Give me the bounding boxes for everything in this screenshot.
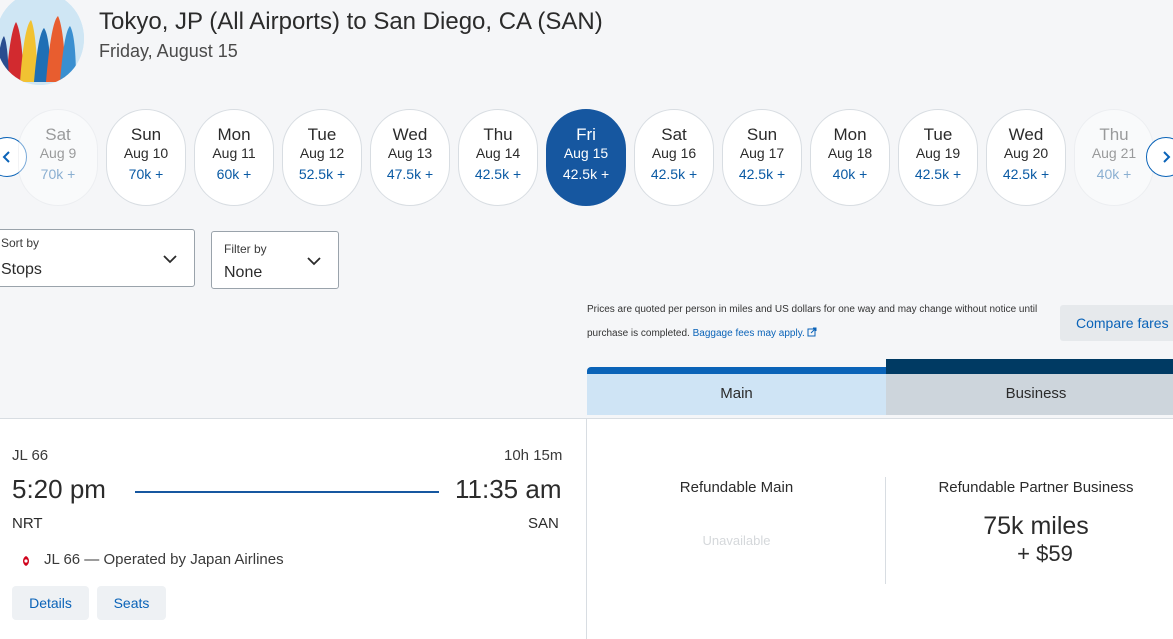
destination-image [0,0,84,85]
date-option[interactable]: Tue Aug 19 42.5k + [898,109,978,206]
date-dom: Aug 13 [387,145,433,161]
fare-business-fee[interactable]: + $59 [886,541,1173,567]
date-option[interactable]: Tue Aug 12 52.5k + [282,109,362,206]
fare-main-header: Refundable Main [679,479,794,496]
date-price: 70k + [40,166,76,182]
date-dom: Aug 15 [563,145,609,161]
filter-label: Filter by [224,242,267,256]
date-dow: Thu [483,125,513,144]
sort-value: Stops [1,261,42,278]
date-dom: Aug 18 [827,145,873,161]
sort-dropdown[interactable]: Sort by Stops [0,229,195,287]
date-dow: Sat [661,125,687,144]
date-dom: Aug 17 [739,145,785,161]
card-divider [586,419,587,639]
operated-by: JL 66 — Operated by Japan Airlines [44,551,284,568]
date-price: 42.5k + [914,166,962,182]
date-price: 42.5k + [1002,166,1050,182]
fare-business-miles[interactable]: 75k miles [886,512,1173,541]
route-line [135,491,439,493]
date-option[interactable]: Sat Aug 9 70k + [18,109,98,206]
departure-airport: NRT [12,515,43,532]
fare-main-unavailable: Unavailable [702,533,771,548]
sort-label: Sort by [1,236,40,250]
chevron-down-icon [307,257,321,266]
date-dow: Thu [1099,125,1129,144]
date-dom: Aug 21 [1091,145,1137,161]
chevron-down-icon [163,255,177,264]
baggage-fees-link[interactable]: Baggage fees may apply. [692,327,817,339]
date-price: 42.5k + [474,166,522,182]
date-dow: Mon [833,125,867,144]
details-button[interactable]: Details [12,586,89,620]
date-dom: Aug 10 [123,145,169,161]
date-option[interactable]: Sat Aug 16 42.5k + [634,109,714,206]
date-price: 47.5k + [386,166,434,182]
compare-fares-button[interactable]: Compare fares [1060,305,1173,341]
date-option[interactable]: Sun Aug 17 42.5k + [722,109,802,206]
fare-business-header: Refundable Partner Business [938,479,1134,496]
date-option[interactable]: Sun Aug 10 70k + [106,109,186,206]
page-subtitle: Friday, August 15 [99,41,238,61]
date-price: 60k + [216,166,252,182]
chevron-left-icon [2,151,10,163]
date-dow: Wed [1008,125,1044,144]
date-option[interactable]: Wed Aug 13 47.5k + [370,109,450,206]
date-dom: Aug 14 [475,145,521,161]
date-dow: Wed [392,125,428,144]
baggage-fees-link-label: Baggage fees may apply. [692,328,805,339]
date-option[interactable]: Wed Aug 20 42.5k + [986,109,1066,206]
arrival-time: 11:35 am [455,474,562,504]
date-price: 40k + [1096,166,1132,182]
flight-result-card: JL 66 10h 15m 5:20 pm 11:35 am NRT SAN J… [0,418,1173,639]
date-dow: Fri [576,125,596,144]
date-price: 42.5k + [562,166,610,182]
flight-duration: 10h 15m [504,447,563,464]
date-option[interactable]: Thu Aug 14 42.5k + [458,109,538,206]
flight-number: JL 66 [12,447,49,464]
chevron-right-icon [1163,151,1171,163]
page-title: Tokyo, JP (All Airports) to San Diego, C… [99,8,603,35]
date-dom: Aug 11 [212,145,256,161]
filter-value: None [224,264,263,281]
date-dom: Aug 12 [299,145,345,161]
external-link-icon [807,327,817,337]
japan-airlines-logo-icon [20,555,32,567]
seats-button[interactable]: Seats [97,586,166,620]
date-dom: Aug 16 [651,145,697,161]
date-option[interactable]: Mon Aug 11 60k + [194,109,274,206]
date-dow: Sun [130,125,162,144]
date-dom: Aug 19 [915,145,961,161]
departure-time: 5:20 pm [12,474,106,504]
tab-main[interactable]: Main [587,367,886,415]
date-price: 40k + [832,166,868,182]
date-price: 70k + [128,166,164,182]
tab-business[interactable]: Business [886,359,1173,415]
price-disclaimer: Prices are quoted per person in miles an… [587,298,1057,346]
date-option[interactable]: Thu Aug 21 40k + [1074,109,1154,206]
arrival-airport: SAN [528,515,559,532]
filter-dropdown[interactable]: Filter by None [211,231,339,289]
date-price: 42.5k + [738,166,786,182]
date-dom: Aug 9 [39,145,77,161]
date-dow: Mon [217,125,251,144]
date-dow: Sun [746,125,778,144]
date-dom: Aug 20 [1003,145,1049,161]
date-price: 42.5k + [650,166,698,182]
date-dow: Tue [307,125,337,144]
date-option[interactable]: Mon Aug 18 40k + [810,109,890,206]
date-price: 52.5k + [298,166,346,182]
date-dow: Tue [923,125,953,144]
date-option[interactable]: Fri Aug 15 42.5k + [546,109,626,206]
date-dow: Sat [45,125,71,144]
